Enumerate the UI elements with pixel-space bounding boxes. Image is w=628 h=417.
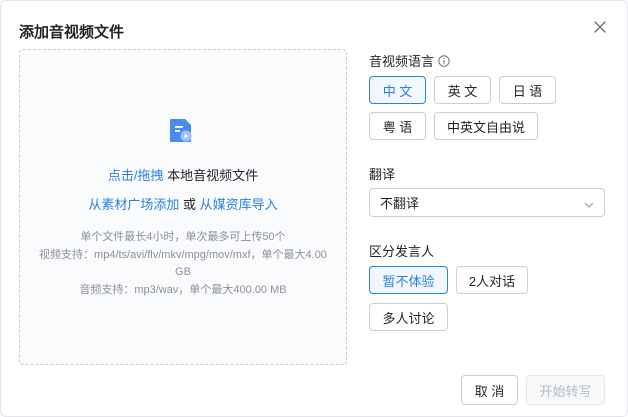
note-video-formats: 视频支持：mp4/ts/avi/flv/mkv/mpg/mov/mxf，单个最大… <box>39 248 327 279</box>
cancel-button[interactable]: 取 消 <box>461 375 518 405</box>
translate-select-value: 不翻译 <box>380 196 420 211</box>
from-material-link[interactable]: 从素材广场添加 <box>88 197 179 212</box>
translate-select[interactable]: 不翻译 <box>369 188 605 217</box>
info-icon[interactable] <box>438 54 450 67</box>
speaker-option-two[interactable]: 2人对话 <box>456 266 528 294</box>
from-media-library-link[interactable]: 从媒资库导入 <box>200 197 278 212</box>
dialog-title: 添加音视频文件 <box>19 24 125 41</box>
note-limit: 单个文件最长4小时，单次最多可上传50个 <box>80 231 286 243</box>
local-file-text: 本地音视频文件 <box>163 168 259 183</box>
upload-dropzone[interactable]: 点击/拖拽 本地音视频文件 从素材广场添加 或 从媒资库导入 单个文件最长4小时… <box>19 49 347 365</box>
chevron-down-icon <box>584 198 594 208</box>
or-text: 或 <box>179 197 200 212</box>
language-option-mixed[interactable]: 中英文自由说 <box>434 112 538 140</box>
start-transcribe-button[interactable]: 开始转写 <box>526 375 605 405</box>
language-option-cantonese[interactable]: 粤 语 <box>369 112 426 140</box>
add-media-dialog: 添加音视频文件 点击/拖拽 本地音视频文件 从素材广场添加 或 从媒资库导入 单… <box>0 0 628 417</box>
language-option-english[interactable]: 英 文 <box>434 76 491 104</box>
upload-instruction: 点击/拖拽 本地音视频文件 <box>20 165 346 184</box>
click-drag-link[interactable]: 点击/拖拽 <box>108 168 164 183</box>
upload-file-icon <box>167 116 195 144</box>
note-audio-formats: 音频支持：mp3/wav，单个最大400.00 MB <box>79 283 287 296</box>
translate-label: 翻译 <box>369 167 396 182</box>
import-sources: 从素材广场添加 或 从媒资库导入 <box>20 194 346 213</box>
upload-notes: 单个文件最长4小时，单次最多可上传50个 视频支持：mp4/ts/avi/flv… <box>32 229 334 299</box>
close-icon[interactable] <box>591 18 609 36</box>
language-section-label: 音视频语言 <box>369 51 450 70</box>
language-option-chinese[interactable]: 中 文 <box>369 76 426 104</box>
language-option-japanese[interactable]: 日 语 <box>499 76 556 104</box>
speaker-label: 区分发言人 <box>369 244 435 259</box>
speaker-option-none[interactable]: 暂不体验 <box>369 266 448 294</box>
speaker-option-multi[interactable]: 多人讨论 <box>369 303 448 331</box>
language-label: 音视频语言 <box>369 54 435 69</box>
